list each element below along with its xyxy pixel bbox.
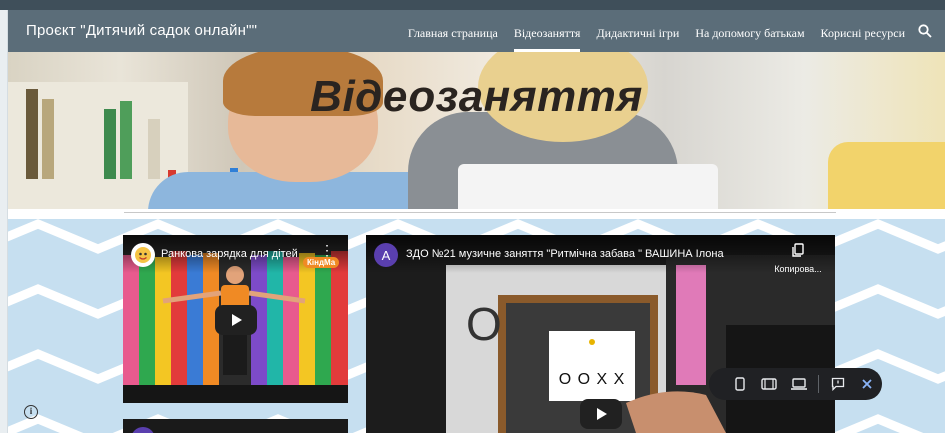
page: Проєкт "Дитячий садок онлайн"" Главная с… bbox=[0, 0, 945, 433]
nav-item-video-lessons[interactable]: Відеозаняття bbox=[506, 10, 589, 52]
board-letters: O O X X bbox=[558, 371, 626, 388]
left-edge-strip bbox=[0, 0, 8, 433]
video-title[interactable]: ЗДО №21 музичне заняття "Ритмічна забава… bbox=[406, 248, 756, 260]
section-gap bbox=[8, 209, 945, 219]
nav-item-useful-resources[interactable]: Корисні ресурси bbox=[813, 10, 913, 52]
play-button-icon[interactable] bbox=[215, 305, 257, 335]
page-title: Відеозаняття bbox=[310, 72, 643, 121]
channel-avatar bbox=[131, 427, 155, 433]
copy-link-label: Копирова... bbox=[774, 264, 822, 274]
video-embed-morning-exercise[interactable]: Ранкова зарядка для дітей ⋮ КіндМа bbox=[123, 235, 348, 403]
search-icon[interactable] bbox=[913, 10, 937, 52]
hero-photo-laptop bbox=[458, 164, 718, 209]
channel-logo-icon[interactable] bbox=[131, 243, 155, 267]
nav-item-home[interactable]: Главная страница bbox=[400, 10, 506, 52]
video-title[interactable]: Ранкова зарядка для дітей bbox=[161, 248, 303, 260]
phone-view-icon[interactable] bbox=[725, 368, 755, 400]
tablet-view-icon[interactable] bbox=[755, 368, 785, 400]
nav-item-help-for-parents[interactable]: На допомогу батькам bbox=[687, 10, 812, 52]
feedback-icon[interactable] bbox=[823, 368, 853, 400]
toolbar-separator bbox=[817, 375, 819, 393]
video-embed-music-lesson[interactable]: O O O X X A ЗДО №21 музичне заняття "Рит… bbox=[366, 235, 835, 433]
hero-banner: Відеозаняття bbox=[8, 52, 945, 209]
laptop-view-icon[interactable] bbox=[784, 368, 814, 400]
close-icon[interactable] bbox=[852, 368, 882, 400]
preview-toolbar bbox=[709, 368, 882, 400]
info-icon[interactable]: i bbox=[24, 405, 38, 419]
video-title-bar: A ЗДО №21 музичне заняття "Ритмічна заба… bbox=[366, 235, 835, 273]
site-title[interactable]: Проєкт "Дитячий садок онлайн"" bbox=[26, 10, 257, 52]
content-divider bbox=[124, 212, 836, 213]
nav-item-didactic-games[interactable]: Дидактичні ігри bbox=[588, 10, 687, 52]
video-section: Ранкова зарядка для дітей ⋮ КіндМа O O O bbox=[8, 219, 945, 433]
overlay-brand-badge: КіндМа bbox=[303, 257, 340, 268]
copy-link-button[interactable]: Копирова... bbox=[771, 243, 825, 274]
channel-avatar[interactable]: A bbox=[374, 243, 398, 267]
play-button-icon[interactable] bbox=[580, 399, 622, 429]
top-navigation-bar: Проєкт "Дитячий садок онлайн"" Главная с… bbox=[0, 0, 945, 52]
board-side-letter: O bbox=[466, 298, 502, 350]
copy-icon bbox=[792, 243, 804, 257]
more-vert-icon[interactable]: ⋮ bbox=[320, 243, 334, 257]
video-embed-partial[interactable] bbox=[123, 419, 348, 433]
main-nav: Главная страница Відеозаняття Дидактичні… bbox=[400, 10, 937, 52]
